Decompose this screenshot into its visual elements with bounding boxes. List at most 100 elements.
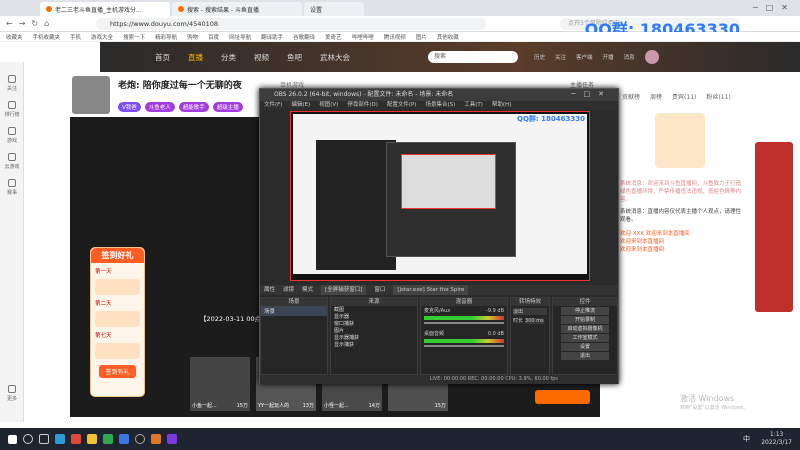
bookmark-item[interactable]: 网址导航 [229,33,251,41]
close-icon[interactable]: ✕ [598,90,612,98]
checkin-button[interactable]: 签到有礼 [99,365,136,378]
url-field[interactable]: https://www.douyu.com/4540108 [96,18,486,30]
bookmark-item[interactable]: 哔哩哔哩 [352,33,374,41]
promo-banner[interactable] [755,142,793,312]
nav-home[interactable]: 首页 [155,52,170,63]
bookmark-item[interactable]: 腾讯视频 [384,33,406,41]
bookmark-item[interactable]: 搜索一下 [123,33,145,41]
menu-view[interactable]: 视图(V) [319,101,338,110]
browser-tab-2[interactable]: 搜索 - 搜索结果 - 斗鱼直播 [172,2,302,16]
source-item[interactable]: 显示器捕获 [331,334,417,341]
bookmark-item[interactable]: 购物 [187,33,198,41]
app-icon[interactable] [87,434,97,444]
source-item[interactable]: 图片 [331,327,417,334]
source-item[interactable]: 显示捕获 [331,341,417,348]
rail-more[interactable]: 更多 [0,380,24,406]
obs-icon[interactable] [135,434,145,444]
app-icon[interactable] [103,434,113,444]
rail-games[interactable]: 游戏 [0,122,24,148]
stop-streaming-button[interactable]: 停止推流 [561,307,609,315]
rail-events[interactable]: 赛事 [0,174,24,200]
badge[interactable]: 超能歌手 [178,102,209,112]
source-item[interactable]: 截图 [331,306,417,313]
app-icon[interactable] [151,434,161,444]
ime-indicator[interactable]: 中 [743,434,750,444]
bookmark-item[interactable]: 手机收藏夹 [33,33,61,41]
client-button[interactable]: 客户端 [576,53,593,61]
nav-wulin[interactable]: 武林大会 [320,52,350,63]
menu-help[interactable]: 帮助(H) [492,101,511,110]
avatar[interactable] [644,50,659,64]
nav-category[interactable]: 分类 [221,52,236,63]
minimize-icon[interactable]: ─ [753,3,766,12]
send-gift-button[interactable] [535,390,590,404]
nav-live[interactable]: 直播 [188,52,203,63]
menu-tools[interactable]: 工具(T) [464,101,483,110]
bookmark-item[interactable]: 精彩导航 [155,33,177,41]
app-icon[interactable] [55,434,65,444]
tag-badge[interactable]: V我爸 [118,102,141,112]
start-icon[interactable] [8,434,17,444]
tab-vip[interactable]: 贵宾(11) [672,92,696,101]
rail-cloud[interactable]: 云游戏 [0,148,24,174]
rail-follow[interactable]: 关注 [0,70,24,96]
recommend-card[interactable]: 小鱼一起... 15万 [190,357,250,411]
bookmark-item[interactable]: 收藏夹 [6,33,23,41]
app-icon[interactable] [167,434,177,444]
mode-select[interactable]: [全屏捕获窗口] [321,285,367,295]
badge[interactable]: 斗鱼老人 [144,102,175,112]
bookmark-item[interactable]: 手机 [70,33,81,41]
nav-fishbar[interactable]: 鱼吧 [287,52,302,63]
properties-button[interactable]: 属性 [264,285,275,295]
reload-icon[interactable]: ↻ [31,19,44,28]
bookmark-item[interactable]: 图片 [416,33,427,41]
badge[interactable]: 超级主播 [212,102,243,112]
task-view-icon[interactable] [39,434,49,444]
browser-tab-3[interactable]: 设置 [304,2,364,16]
streamer-avatar[interactable] [72,76,110,114]
site-search-input[interactable]: 搜索 [428,51,518,63]
follow-button[interactable]: 关注 [555,53,566,61]
tab-contribution[interactable]: 贡献榜 [622,92,640,101]
menu-edit[interactable]: 编辑(E) [291,101,310,110]
menu-profile[interactable]: 配置文件(P) [387,101,417,110]
maximize-icon[interactable]: □ [584,90,599,98]
duration-input[interactable]: 300 ms [525,317,544,324]
home-icon[interactable]: ⌂ [44,19,55,28]
studio-mode-button[interactable]: 工作室模式 [561,334,609,342]
bookmark-item[interactable]: 其他收藏 [437,33,459,41]
transition-select[interactable]: 淡出 [513,308,547,315]
nav-video[interactable]: 视频 [254,52,269,63]
browser-tab-1[interactable]: 老二三老斗鱼直播_主机游戏分... [40,2,170,16]
reward-day-2-card[interactable] [95,311,140,327]
history-button[interactable]: 历史 [534,53,545,61]
settings-button[interactable]: 设置 [561,343,609,351]
back-icon[interactable]: ← [6,19,19,28]
source-item[interactable]: 显示器 [331,313,417,320]
forward-icon[interactable]: → [19,19,32,28]
exit-button[interactable]: 退出 [561,352,609,360]
menu-docks[interactable]: 停靠部件(D) [347,101,378,110]
search-icon[interactable] [23,434,33,444]
reward-day-1-card[interactable] [95,279,140,295]
rail-rank[interactable]: 排行榜 [0,96,24,122]
tab-fans[interactable]: 粉丝(11) [706,92,730,101]
volume-slider[interactable] [424,345,504,347]
source-item[interactable]: 窗口捕获 [331,320,417,327]
bookmark-item[interactable]: 爱奇艺 [325,33,342,41]
obs-preview[interactable]: QQ群: 180463330 [290,111,590,281]
scene-item[interactable]: 场景 [261,306,327,316]
virtual-camera-button[interactable]: 启动虚拟摄像机 [561,325,609,333]
filters-button[interactable]: 滤镜 [283,285,294,295]
messages-button[interactable]: 消息 [624,53,635,61]
minimize-icon[interactable]: ─ [571,90,583,98]
bookmark-item[interactable]: 谷歌翻译 [293,33,315,41]
browser-icon[interactable] [119,434,129,444]
start-broadcast-button[interactable]: 开播 [603,53,614,61]
bookmark-item[interactable]: 百度 [208,33,219,41]
close-icon[interactable]: ✕ [781,3,796,12]
maximize-icon[interactable]: □ [766,3,782,12]
start-recording-button[interactable]: 开始录制 [561,316,609,324]
reward-day-7-card[interactable] [95,343,140,359]
tab-weekly[interactable]: 周榜 [650,92,662,101]
